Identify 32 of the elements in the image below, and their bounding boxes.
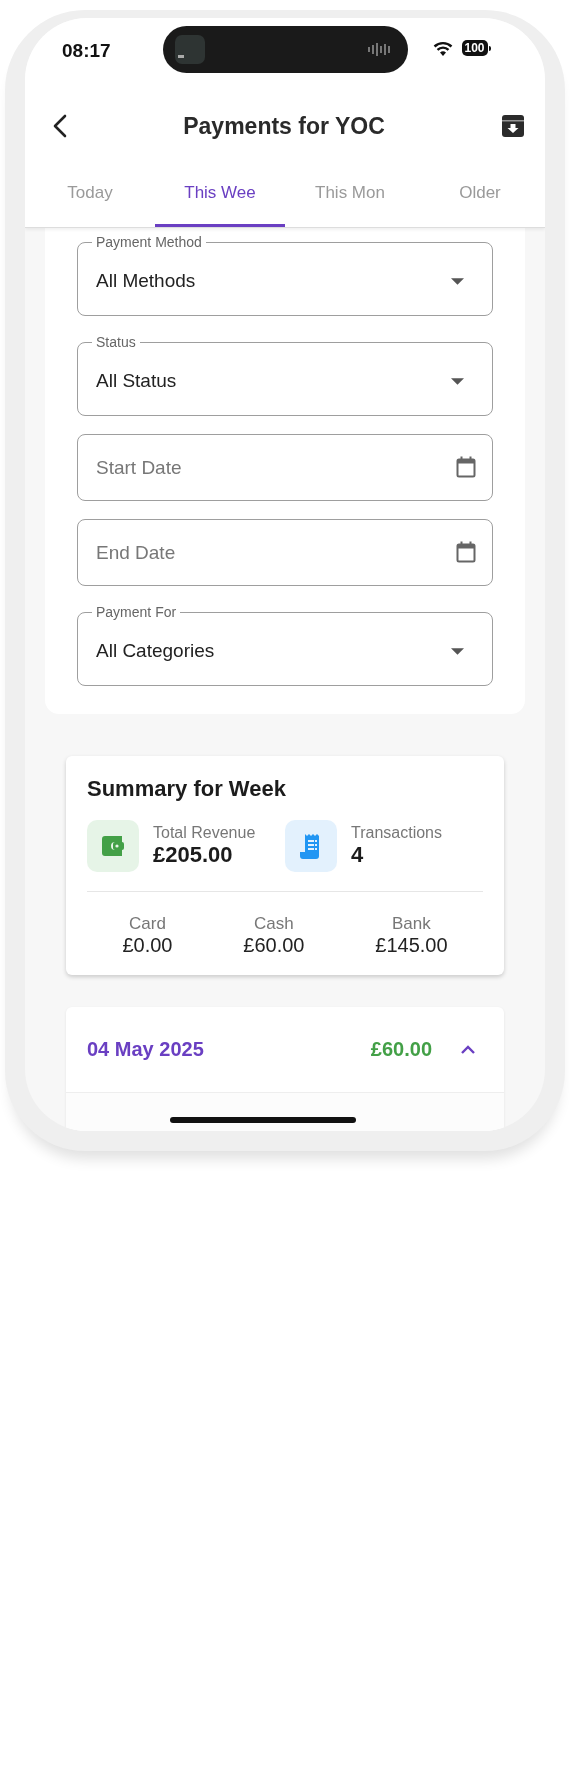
caret-icon bbox=[451, 647, 464, 655]
status-time: 08:17 bbox=[62, 40, 112, 62]
summary-title: Summary for Week bbox=[87, 776, 287, 802]
receipt-icon bbox=[285, 820, 337, 872]
day-total: £60.00 bbox=[370, 1038, 432, 1061]
stat-label: Total Revenue bbox=[153, 824, 256, 842]
filter-dropdown[interactable]: Payment For All Categories bbox=[77, 604, 493, 686]
wifi-icon bbox=[432, 40, 453, 56]
method-label: Bank bbox=[392, 914, 431, 934]
stat-label: Transactions bbox=[351, 824, 442, 842]
filter-dropdown[interactable]: Status All Status bbox=[77, 334, 493, 416]
method-amount: £145.00 bbox=[375, 934, 448, 957]
calendar-icon[interactable] bbox=[456, 456, 476, 478]
date-field[interactable]: Start Date bbox=[77, 434, 493, 501]
day-date[interactable]: 04 May 2025 bbox=[87, 1038, 371, 1061]
stat-value: 4 bbox=[351, 842, 365, 868]
caret-icon bbox=[451, 377, 464, 385]
chevron-icon[interactable] bbox=[460, 1044, 476, 1055]
caret-icon bbox=[451, 277, 464, 285]
archive-download-icon[interactable] bbox=[501, 114, 525, 138]
page-title: Payments for YOC bbox=[183, 112, 385, 140]
wallet-icon bbox=[87, 820, 139, 872]
stat-value: £205.00 bbox=[153, 842, 234, 868]
filter-dropdown[interactable]: Payment Method All Methods bbox=[77, 234, 493, 316]
battery-indicator: 100 bbox=[461, 40, 488, 56]
method-amount: £60.00 bbox=[243, 934, 305, 957]
method-amount: £0.00 bbox=[122, 934, 173, 957]
calendar-icon[interactable] bbox=[456, 541, 476, 563]
back-icon[interactable] bbox=[53, 114, 67, 138]
method-label: Card bbox=[129, 914, 166, 934]
method-label: Cash bbox=[254, 914, 294, 934]
date-field[interactable]: End Date bbox=[77, 519, 493, 586]
